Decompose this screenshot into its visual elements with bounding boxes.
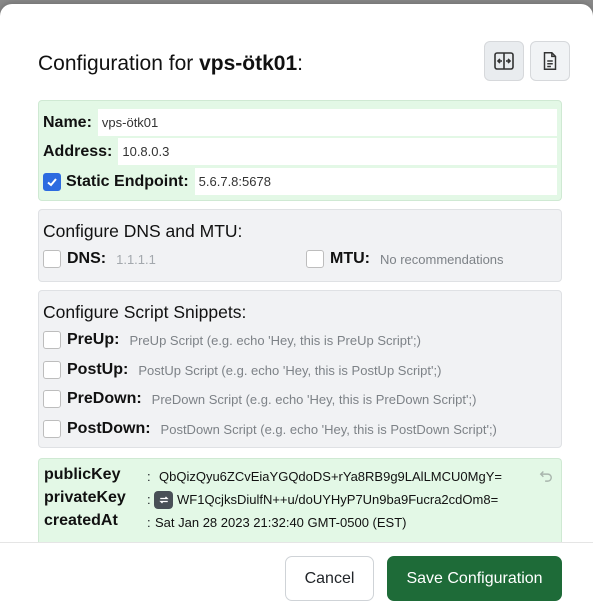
postdown-row: PostDown: PostDown Script (e.g. echo 'He… <box>43 418 497 440</box>
dns-mtu-title: Configure DNS and MTU: <box>43 221 243 241</box>
preup-input[interactable]: PreUp Script (e.g. echo 'Hey, this is Pr… <box>129 333 421 348</box>
address-input[interactable]: 10.8.0.3 <box>118 138 557 165</box>
private-key-colon: : <box>147 492 151 507</box>
postup-row: PostUp: PostUp Script (e.g. echo 'Hey, t… <box>43 359 441 381</box>
postdown-label: PostDown: <box>67 420 151 437</box>
postdown-input[interactable]: PostDown Script (e.g. echo 'Hey, this is… <box>161 422 497 437</box>
dialog-title-suffix: : <box>297 52 303 75</box>
dns-input[interactable]: 1.1.1.1 <box>116 252 156 267</box>
public-key-value: QbQizQyu6ZCvEiaYGQdoDS+rYa8RB9g9LAlLMCU0… <box>159 469 502 484</box>
dialog-title-prefix: Configuration for <box>38 52 200 75</box>
static-endpoint-row: Static Endpoint: 5.6.7.8:5678 <box>43 168 557 195</box>
mtu-row: MTU: No recommendations <box>306 248 504 270</box>
address-label: Address: <box>43 142 113 160</box>
public-key-label: publicKey <box>44 466 121 483</box>
compare-configs-button[interactable] <box>484 41 524 81</box>
preup-label: PreUp: <box>67 331 120 348</box>
private-key-value: WF1QcjksDiulfN++u/doUYHyP7Un9ba9Fucra2cd… <box>177 492 499 507</box>
private-key-label: privateKey <box>44 489 126 506</box>
preup-row: PreUp: PreUp Script (e.g. echo 'Hey, thi… <box>43 329 421 351</box>
regenerate-icon <box>158 496 169 504</box>
regenerate-key-button[interactable] <box>154 491 173 509</box>
dialog-title: Configuration for vps-ötk01: <box>38 51 303 77</box>
created-at-value: Sat Jan 28 2023 21:32:40 GMT-0500 (EST) <box>155 515 407 530</box>
static-endpoint-label: Static Endpoint: <box>66 172 189 190</box>
address-row: Address: 10.8.0.3 <box>43 138 557 165</box>
public-key-colon: : <box>147 469 151 484</box>
dns-mtu-card: Configure DNS and MTU: DNS: 1.1.1.1 MTU:… <box>38 209 562 282</box>
file-text-icon <box>543 52 557 70</box>
dns-row: DNS: 1.1.1.1 <box>43 248 156 270</box>
postup-input[interactable]: PostUp Script (e.g. echo 'Hey, this is P… <box>138 363 441 378</box>
dns-label: DNS: <box>67 250 107 267</box>
predown-checkbox[interactable] <box>43 390 61 408</box>
identity-card: Name: vps-ötk01 Address: 10.8.0.3 Static… <box>38 100 562 201</box>
dns-checkbox[interactable] <box>43 250 61 268</box>
name-input[interactable]: vps-ötk01 <box>97 109 557 136</box>
save-configuration-button[interactable]: Save Configuration <box>387 556 562 601</box>
script-snippets-card: Configure Script Snippets: PreUp: PreUp … <box>38 290 562 448</box>
predown-label: PreDown: <box>67 390 142 407</box>
static-endpoint-checkbox[interactable] <box>43 172 61 191</box>
preup-checkbox[interactable] <box>43 331 61 349</box>
mtu-label: MTU: <box>330 250 370 267</box>
predown-input[interactable]: PreDown Script (e.g. echo 'Hey, this is … <box>152 392 477 407</box>
static-endpoint-input[interactable]: 5.6.7.8:5678 <box>194 168 557 195</box>
show-config-file-button[interactable] <box>530 41 570 81</box>
postup-checkbox[interactable] <box>43 361 61 379</box>
dialog-title-peer: vps-ötk01 <box>199 52 298 75</box>
postup-label: PostUp: <box>67 361 129 378</box>
keys-card: publicKey : QbQizQyu6ZCvEiaYGQdoDS+rYa8R… <box>38 458 562 542</box>
script-snippets-title: Configure Script Snippets: <box>43 302 247 322</box>
mtu-checkbox[interactable] <box>306 250 324 268</box>
cancel-button[interactable]: Cancel <box>285 556 374 601</box>
name-label: Name: <box>43 113 92 131</box>
compare-icon <box>494 52 514 70</box>
postdown-checkbox[interactable] <box>43 420 61 438</box>
name-row: Name: vps-ötk01 <box>43 109 557 136</box>
created-at-colon: : <box>147 515 151 530</box>
created-at-label: createdAt <box>44 512 118 529</box>
predown-row: PreDown: PreDown Script (e.g. echo 'Hey,… <box>43 388 476 410</box>
undo-icon[interactable] <box>539 468 553 487</box>
check-icon <box>47 177 57 186</box>
configuration-dialog: Configuration for vps-ötk01: Name: vps-ö… <box>0 4 593 614</box>
mtu-input[interactable]: No recommendations <box>380 252 504 267</box>
